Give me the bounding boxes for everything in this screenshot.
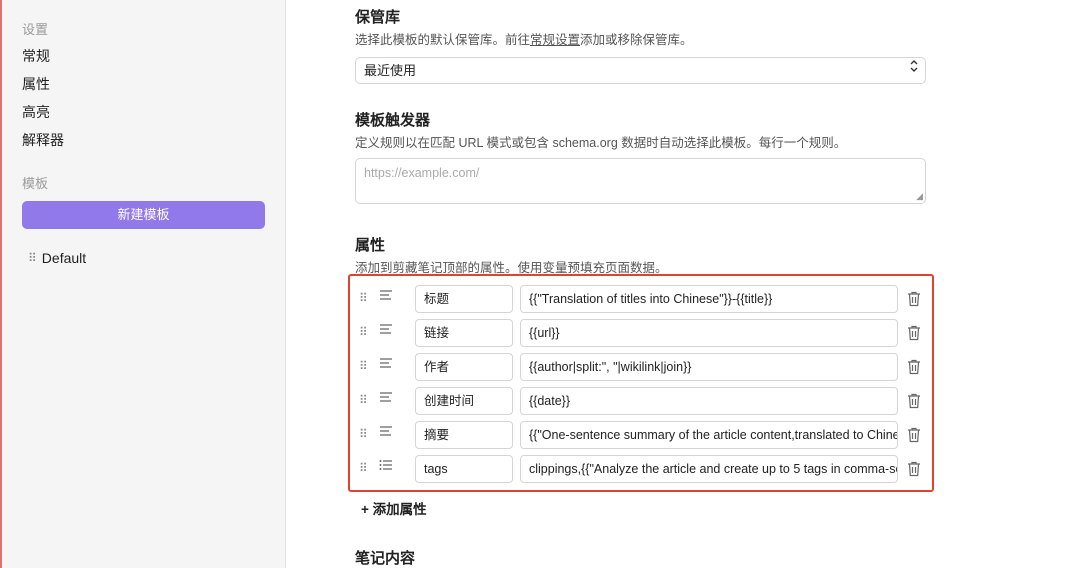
property-name-input[interactable]: 作者: [415, 353, 513, 381]
property-row: ⠿ 摘要 {{"One-sentence summary of the arti…: [350, 420, 932, 450]
list-type-icon[interactable]: [379, 459, 393, 474]
property-name-input[interactable]: 摘要: [415, 421, 513, 449]
property-row: ⠿ tags clippings,{{"Analyze the article …: [350, 454, 932, 484]
trash-icon[interactable]: [907, 393, 921, 409]
note-content-title: 笔记内容: [355, 550, 416, 567]
general-settings-link[interactable]: 常规设置: [530, 33, 580, 47]
property-row: ⠿ 链接 {{url}}: [350, 318, 932, 348]
text-type-icon[interactable]: [379, 323, 393, 338]
text-type-icon[interactable]: [379, 357, 393, 372]
template-settings-panel: 保管库 选择此模板的默认保管库。前往常规设置添加或移除保管库。 最近使用 模板触…: [287, 0, 1080, 568]
property-value-input[interactable]: {{"Translation of titles into Chinese"}}…: [520, 285, 898, 313]
property-row: ⠿ 作者 {{author|split:", "|wikilink|join}}: [350, 352, 932, 382]
sidebar-section-settings: 设置: [22, 22, 49, 37]
triggers-textarea[interactable]: https://example.com/ ◢: [355, 158, 926, 204]
property-name-input[interactable]: tags: [415, 455, 513, 483]
property-value-input[interactable]: {{"One-sentence summary of the article c…: [520, 421, 898, 449]
triggers-title: 模板触发器: [355, 112, 431, 129]
resize-handle-icon[interactable]: ◢: [916, 191, 923, 202]
properties-list: ⠿ 标题 {{"Translation of titles into Chine…: [348, 274, 934, 492]
sidebar-section-templates: 模板: [22, 176, 49, 191]
property-row: ⠿ 标题 {{"Translation of titles into Chine…: [350, 284, 932, 314]
text-type-icon[interactable]: [379, 289, 393, 304]
drag-handle-icon[interactable]: ⠿: [28, 251, 37, 265]
trash-icon[interactable]: [907, 461, 921, 477]
sidebar-item-interpreter[interactable]: 解释器: [22, 130, 64, 150]
drag-handle-icon[interactable]: ⠿: [359, 461, 368, 475]
trash-icon[interactable]: [907, 427, 921, 443]
triggers-description: 定义规则以在匹配 URL 模式或包含 schema.org 数据时自动选择此模板…: [355, 136, 847, 150]
text-type-icon[interactable]: [379, 391, 393, 406]
drag-handle-icon[interactable]: ⠿: [359, 291, 368, 305]
trash-icon[interactable]: [907, 359, 921, 375]
vault-description: 选择此模板的默认保管库。前往常规设置添加或移除保管库。: [355, 33, 693, 47]
drag-handle-icon[interactable]: ⠿: [359, 359, 368, 373]
new-template-button[interactable]: 新建模板: [22, 201, 265, 229]
property-name-input[interactable]: 创建时间: [415, 387, 513, 415]
sidebar-item-highlights[interactable]: 高亮: [22, 102, 50, 122]
property-value-input[interactable]: clippings,{{"Analyze the article and cre…: [520, 455, 898, 483]
text-type-icon[interactable]: [379, 425, 393, 440]
trash-icon[interactable]: [907, 325, 921, 341]
property-row: ⠿ 创建时间 {{date}}: [350, 386, 932, 416]
sidebar-template-label: Default: [41, 250, 87, 266]
property-value-input[interactable]: {{url}}: [520, 319, 898, 347]
property-value-input[interactable]: {{date}}: [520, 387, 898, 415]
property-name-input[interactable]: 链接: [415, 319, 513, 347]
property-value-input[interactable]: {{author|split:", "|wikilink|join}}: [520, 353, 898, 381]
sidebar: 设置 常规 属性 高亮 解释器 模板 新建模板 ⠿ Default: [2, 0, 286, 568]
sidebar-template-default[interactable]: ⠿ Default: [28, 250, 86, 266]
select-caret-icon: [909, 58, 919, 82]
property-name-input[interactable]: 标题: [415, 285, 513, 313]
trash-icon[interactable]: [907, 291, 921, 307]
properties-title: 属性: [355, 237, 386, 254]
sidebar-item-properties[interactable]: 属性: [22, 74, 50, 94]
vault-title: 保管库: [355, 9, 401, 26]
drag-handle-icon[interactable]: ⠿: [359, 393, 368, 407]
drag-handle-icon[interactable]: ⠿: [359, 427, 368, 441]
add-property-button[interactable]: + 添加属性: [361, 498, 427, 518]
sidebar-item-general[interactable]: 常规: [22, 46, 50, 66]
vault-select[interactable]: 最近使用: [355, 57, 926, 84]
drag-handle-icon[interactable]: ⠿: [359, 325, 368, 339]
